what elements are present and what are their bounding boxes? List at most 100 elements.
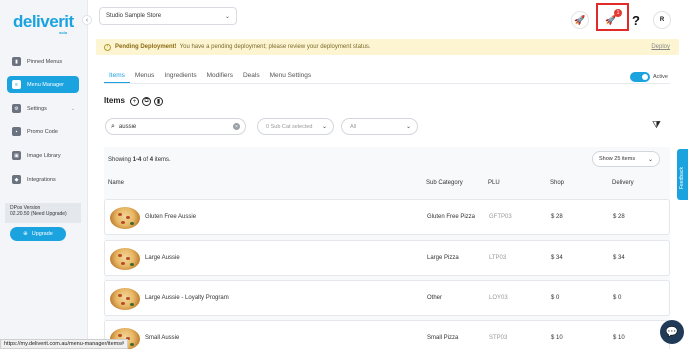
feedback-label: Feedback bbox=[679, 167, 685, 189]
table-row[interactable]: Large Aussie - Loyalty Program Other LOY… bbox=[104, 280, 670, 316]
item-sub-category: Gluten Free Pizza bbox=[427, 214, 476, 220]
notification-badge: 1 bbox=[614, 9, 622, 17]
brand-logo[interactable]: deliverit bbox=[13, 12, 74, 32]
chevron-down-icon: ⌄ bbox=[224, 13, 230, 20]
sidebar-item-promo-code[interactable]: ▪ Promo Code bbox=[7, 123, 79, 140]
sidebar-item-settings[interactable]: ⚙ Settings ⌄ bbox=[7, 100, 79, 117]
item-plu: LOY03 bbox=[489, 295, 508, 301]
sidebar-item-label: Pinned Menus bbox=[27, 58, 63, 65]
gear-icon: ⚙ bbox=[12, 104, 21, 113]
menu-icon: ≡ bbox=[12, 80, 21, 89]
tab-menus[interactable]: Menus bbox=[130, 69, 160, 83]
copy-item-icon[interactable]: ⧉ bbox=[142, 97, 151, 106]
column-header-shop[interactable]: Shop bbox=[550, 180, 564, 186]
clear-search-icon[interactable]: × bbox=[233, 123, 240, 130]
status-select[interactable]: All ⌄ bbox=[341, 118, 418, 135]
subcategory-select[interactable]: 0 Sub Cat selected ⌄ bbox=[257, 118, 334, 135]
table-row[interactable]: Small Aussie Small Pizza STP03 $ 10 $ 10 bbox=[104, 320, 670, 349]
pizza-thumbnail bbox=[110, 207, 140, 229]
sidebar-item-label: Image Library bbox=[27, 152, 61, 159]
store-select-value: Studio Sample Store bbox=[106, 13, 162, 19]
pizza-thumbnail bbox=[110, 288, 140, 310]
upgrade-button[interactable]: ⊕ Upgrade bbox=[10, 227, 66, 241]
table-row[interactable]: Large Aussie Large Pizza LTP03 $ 34 $ 34 bbox=[104, 240, 670, 276]
menu-tabs: Items Menus Ingredients Modifiers Deals … bbox=[104, 69, 316, 83]
search-input[interactable] bbox=[118, 123, 224, 130]
sidebar-item-label: Settings bbox=[27, 105, 47, 112]
version-value: 02.20.50 (Need Upgrade) bbox=[10, 211, 67, 217]
tab-deals[interactable]: Deals bbox=[238, 69, 265, 83]
item-delivery-price: $ 10 bbox=[613, 335, 625, 341]
item-name: Large Aussie - Loyalty Program bbox=[145, 295, 229, 301]
column-header-delivery[interactable]: Delivery bbox=[612, 180, 634, 186]
tab-items[interactable]: Items bbox=[104, 69, 130, 83]
item-delivery-price: $ 34 bbox=[613, 255, 625, 261]
chevron-down-icon: ⌄ bbox=[647, 156, 653, 163]
tabs-divider bbox=[104, 83, 670, 84]
version-box: DPos Version 02.20.50 (Need Upgrade) bbox=[5, 203, 81, 223]
active-toggle[interactable] bbox=[630, 72, 650, 82]
banner-message: You have a pending deployment; please re… bbox=[179, 44, 371, 50]
pending-deployment-banner: ! Pending Deployment! You have a pending… bbox=[96, 39, 679, 55]
item-sub-category: Small Pizza bbox=[427, 335, 459, 341]
feedback-tab[interactable]: Feedback bbox=[677, 149, 688, 200]
warning-icon: ! bbox=[104, 43, 111, 51]
upgrade-icon: ⊕ bbox=[23, 231, 28, 237]
banner-title: Pending Deployment! bbox=[115, 44, 177, 50]
sidebar: deliverit solo ▮ Pinned Menus ≡ Menu Man… bbox=[0, 0, 88, 349]
help-icon[interactable]: ? bbox=[627, 11, 645, 29]
ticket-icon: ▪ bbox=[12, 127, 21, 136]
item-plu: STP03 bbox=[489, 335, 508, 341]
sidebar-item-integrations[interactable]: ◆ Integrations bbox=[7, 171, 79, 188]
add-item-icon[interactable]: + bbox=[130, 97, 139, 106]
sidebar-item-label: Menu Manager bbox=[27, 81, 64, 88]
page-size-select[interactable]: Show 25 items ⌄ bbox=[592, 151, 660, 167]
item-shop-price: $ 34 bbox=[551, 255, 563, 261]
pin-icon: ▮ bbox=[12, 57, 21, 66]
sidebar-item-label: Promo Code bbox=[27, 128, 58, 135]
plug-icon: ◆ bbox=[12, 175, 21, 184]
store-select[interactable]: Studio Sample Store ⌄ bbox=[99, 7, 237, 25]
item-sub-category: Other bbox=[427, 295, 443, 301]
page-size-value: Show 25 items bbox=[599, 156, 636, 162]
tab-ingredients[interactable]: Ingredients bbox=[159, 69, 201, 83]
column-header-plu[interactable]: PLU bbox=[488, 180, 500, 186]
item-plu: LTP03 bbox=[489, 255, 507, 261]
sidebar-item-image-library[interactable]: ▣ Image Library bbox=[7, 147, 79, 164]
rocket-icon[interactable]: 🚀 bbox=[571, 11, 589, 29]
item-plu: GFTP03 bbox=[489, 214, 512, 220]
column-filter-icon[interactable]: ⧩ bbox=[652, 120, 661, 131]
tab-modifiers[interactable]: Modifiers bbox=[202, 69, 238, 83]
sidebar-item-menu-manager[interactable]: ≡ Menu Manager bbox=[7, 76, 79, 93]
chevron-left-icon[interactable]: ‹ bbox=[82, 15, 92, 25]
column-header-sub-category[interactable]: Sub Category bbox=[426, 180, 463, 186]
chevron-down-icon: ⌄ bbox=[70, 105, 75, 112]
chevron-down-icon: ⌄ bbox=[405, 124, 411, 130]
tab-menu-settings[interactable]: Menu Settings bbox=[265, 69, 317, 83]
item-shop-price: $ 28 bbox=[551, 214, 563, 220]
search-icon: ⌕ bbox=[111, 122, 115, 130]
chat-icon[interactable]: 💬 bbox=[660, 320, 684, 344]
active-toggle-label: Active bbox=[653, 74, 668, 80]
search-field[interactable]: ⌕ × bbox=[105, 118, 246, 135]
item-name: Gluten Free Aussie bbox=[145, 214, 197, 220]
subcategory-select-value: 0 Sub Cat selected bbox=[266, 123, 313, 130]
item-sub-category: Large Pizza bbox=[427, 255, 459, 261]
bookmark-icon[interactable]: ▮ bbox=[154, 97, 163, 106]
deploy-link[interactable]: Deploy bbox=[651, 44, 670, 50]
showing-count: Showing 1-4 of 4 items. bbox=[108, 157, 171, 163]
item-name: Small Aussie bbox=[145, 335, 180, 341]
item-delivery-price: $ 28 bbox=[613, 214, 625, 220]
image-icon: ▣ bbox=[12, 151, 21, 160]
table-row[interactable]: Gluten Free Aussie Gluten Free Pizza GFT… bbox=[104, 199, 670, 235]
brand-logo-sub: solo bbox=[59, 30, 68, 35]
sidebar-item-pinned-menus[interactable]: ▮ Pinned Menus bbox=[7, 53, 79, 70]
items-title: Items bbox=[104, 96, 125, 105]
pizza-thumbnail bbox=[110, 248, 140, 270]
chevron-down-icon: ⌄ bbox=[321, 124, 327, 130]
item-shop-price: $ 10 bbox=[551, 335, 563, 341]
avatar[interactable]: R bbox=[653, 11, 671, 29]
items-table: Showing 1-4 of 4 items. Show 25 items ⌄ … bbox=[104, 147, 670, 349]
status-bar-url: https://my.deliverit.com.au/menu-manager… bbox=[0, 339, 129, 349]
column-header-name[interactable]: Name bbox=[108, 180, 124, 186]
